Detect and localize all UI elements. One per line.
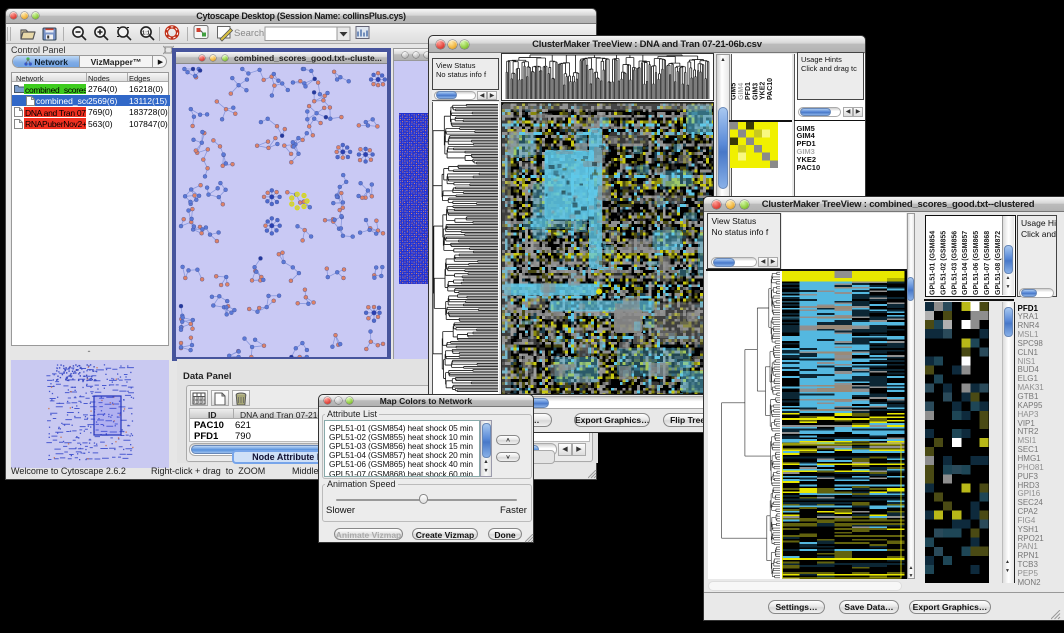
svg-text:YKE2: YKE2 xyxy=(760,82,767,100)
svg-text:Search:: Search: xyxy=(234,28,267,39)
svg-text:GPL51-03 (GSM856: GPL51-03 (GSM856 xyxy=(951,231,958,295)
svg-text:PAC10: PAC10 xyxy=(767,78,774,100)
svg-text:GIM3: GIM3 xyxy=(752,83,759,100)
svg-text:1:1: 1:1 xyxy=(142,31,150,37)
svg-text:GPL51-08 (GSM872: GPL51-08 (GSM872 xyxy=(994,231,1001,295)
svg-text:PFD1: PFD1 xyxy=(745,82,752,100)
svg-text:GPL51-02 (GSM855: GPL51-02 (GSM855 xyxy=(940,231,947,295)
svg-text:GPL51-01 (GSM854: GPL51-01 (GSM854 xyxy=(929,231,936,295)
svg-text:GPL51-07 (GSM868: GPL51-07 (GSM868 xyxy=(984,231,991,295)
svg-text:GPL51-06 (GSM865: GPL51-06 (GSM865 xyxy=(973,231,980,295)
svg-text:GPL51-04 (GSM857: GPL51-04 (GSM857 xyxy=(962,231,969,295)
svg-text:GIM4: GIM4 xyxy=(738,83,745,100)
svg-text:GIM5: GIM5 xyxy=(731,83,738,100)
